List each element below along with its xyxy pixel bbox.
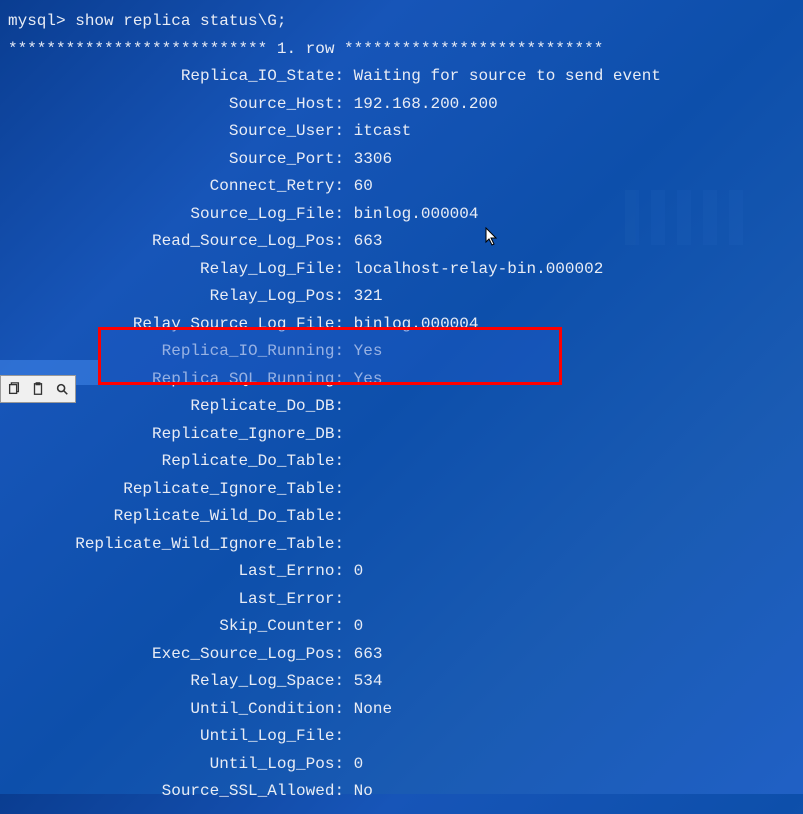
field-row: Exec_Source_Log_Pos: 663 — [8, 641, 795, 669]
field-row: Replica_IO_State: Waiting for source to … — [8, 63, 795, 91]
field-row: Last_Errno: 0 — [8, 558, 795, 586]
field-row: Relay_Log_Pos: 321 — [8, 283, 795, 311]
field-row: Replicate_Do_DB: — [8, 393, 795, 421]
field-row: Source_SSL_Allowed: No — [8, 778, 795, 806]
selection-toolbar — [0, 375, 76, 403]
field-row: Replicate_Do_Table: — [8, 448, 795, 476]
field-row: Replica_SQL_Running: Yes — [8, 366, 795, 394]
field-row: Connect_Retry: 60 — [8, 173, 795, 201]
copy-button[interactable] — [3, 378, 25, 400]
field-row: Relay_Log_Space: 534 — [8, 668, 795, 696]
field-row: Until_Log_File: — [8, 723, 795, 751]
command-text: show replica status\G; — [75, 12, 286, 30]
field-row: Replicate_Wild_Ignore_Table: — [8, 531, 795, 559]
field-row: Replica_IO_Running: Yes — [8, 338, 795, 366]
field-row: Until_Log_Pos: 0 — [8, 751, 795, 779]
search-button[interactable] — [51, 378, 73, 400]
field-row: Relay_Source_Log_File: binlog.000004 — [8, 311, 795, 339]
field-row: Source_Host: 192.168.200.200 — [8, 91, 795, 119]
field-row: Skip_Counter: 0 — [8, 613, 795, 641]
mysql-prompt: mysql> — [8, 12, 75, 30]
field-row: Source_Log_File: binlog.000004 — [8, 201, 795, 229]
command-line[interactable]: mysql> show replica status\G; — [8, 8, 795, 36]
field-row: Source_User: itcast — [8, 118, 795, 146]
row-separator: *************************** 1. row *****… — [8, 36, 795, 64]
field-row: Replicate_Wild_Do_Table: — [8, 503, 795, 531]
terminal-output: mysql> show replica status\G; **********… — [0, 0, 803, 814]
paste-button[interactable] — [27, 378, 49, 400]
field-row: Relay_Log_File: localhost-relay-bin.0000… — [8, 256, 795, 284]
field-row: Read_Source_Log_Pos: 663 — [8, 228, 795, 256]
field-row: Last_Error: — [8, 586, 795, 614]
field-row: Replicate_Ignore_Table: — [8, 476, 795, 504]
field-row: Replicate_Ignore_DB: — [8, 421, 795, 449]
field-row: Source_Port: 3306 — [8, 146, 795, 174]
field-row: Until_Condition: None — [8, 696, 795, 724]
